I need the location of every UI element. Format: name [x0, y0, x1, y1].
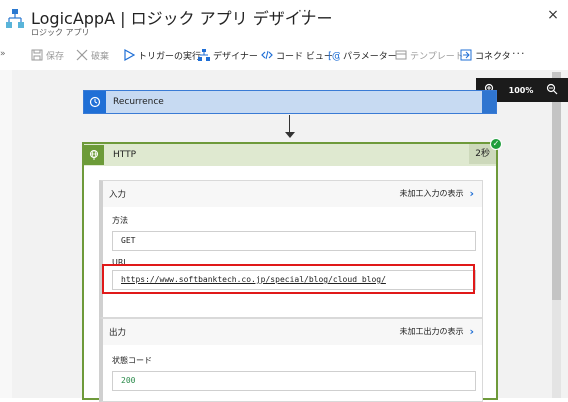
output-section-header: 出力 未加工出力の表示 › [103, 319, 482, 345]
discard-icon [76, 49, 88, 61]
http-step-header[interactable]: HTTP 2秒 [84, 144, 496, 166]
logic-app-icon [6, 9, 24, 28]
method-field: GET [112, 231, 476, 251]
save-label: 保存 [46, 51, 65, 62]
save-icon [31, 49, 43, 61]
input-title: 入力 [109, 190, 127, 200]
expand-chevron-icon[interactable]: » [0, 49, 6, 59]
show-raw-output-link[interactable]: 未加工出力の表示 › [399, 325, 474, 338]
designer-label: デザイナー [213, 51, 258, 62]
check-icon: ✓ [490, 138, 502, 150]
recurrence-step[interactable]: Recurrence [83, 90, 497, 114]
close-button[interactable]: × [544, 6, 562, 24]
globe-icon [84, 145, 104, 165]
recurrence-label: Recurrence [113, 97, 164, 107]
status-code-label: 状態コード [112, 356, 152, 365]
code-icon [261, 50, 273, 60]
command-toolbar: » 保存 破棄 トリガーの実行 デザイナー コード ビュー [パラメーター テ… [0, 42, 568, 68]
uri-highlight-box [102, 264, 475, 294]
page-title: LogicAppA | ロジック アプリ デザイナー [31, 9, 333, 28]
templates-label: テンプレート [410, 51, 464, 62]
http-label: HTTP [113, 150, 137, 160]
show-raw-output-label: 未加工出力の表示 [399, 327, 464, 336]
code-view-label: コード ビュー [276, 51, 333, 62]
svg-text:[@]: [@] [328, 51, 340, 61]
title-more-button[interactable]: ··· [298, 4, 312, 18]
chevron-right-icon: › [469, 187, 474, 200]
canvas-left-edge [0, 70, 12, 398]
recurrence-status-strip [482, 91, 496, 113]
toolbar-more-button[interactable]: ··· [512, 47, 526, 60]
method-label: 方法 [112, 216, 128, 225]
output-title: 出力 [109, 328, 127, 338]
parameters-icon: [@] [328, 51, 340, 61]
run-trigger-label: トリガーの実行 [138, 51, 202, 62]
show-raw-input-link[interactable]: 未加工入力の表示 › [399, 187, 474, 200]
designer-icon [198, 49, 210, 61]
connector-button[interactable]: コネクタ [460, 46, 511, 64]
show-raw-input-label: 未加工入力の表示 [399, 189, 464, 198]
parameters-button[interactable]: [@] パラメーター [328, 46, 397, 64]
zoom-out-icon [546, 83, 558, 95]
discard-button[interactable]: 破棄 [76, 46, 109, 64]
clock-icon [84, 91, 106, 113]
status-code-field: 200 [112, 371, 476, 391]
input-section: 入力 未加工入力の表示 › 方法 GET URI https://www.sof… [99, 180, 483, 318]
output-section: 出力 未加工出力の表示 › 状態コード 200 [99, 318, 483, 402]
connector-label: コネクタ [475, 51, 511, 62]
scrollbar-thumb[interactable] [552, 72, 561, 300]
connector-icon [460, 49, 472, 61]
zoom-out-button[interactable] [538, 83, 566, 97]
chevron-right-icon: › [469, 325, 474, 338]
templates-icon [395, 50, 407, 60]
designer-button[interactable]: デザイナー [198, 46, 258, 64]
save-button[interactable]: 保存 [31, 46, 64, 64]
parameters-label: パラメーター [343, 51, 397, 62]
connector-arrow [285, 132, 295, 138]
discard-label: 破棄 [91, 51, 110, 62]
play-icon [124, 49, 135, 61]
templates-button[interactable]: テンプレート [395, 46, 464, 64]
zoom-level: 100% [508, 85, 534, 95]
run-trigger-button[interactable]: トリガーの実行 [123, 46, 201, 64]
code-view-button[interactable]: コード ビュー [261, 46, 333, 64]
input-section-header: 入力 未加工入力の表示 › [103, 181, 482, 207]
page-subtitle: ロジック アプリ [31, 28, 90, 37]
